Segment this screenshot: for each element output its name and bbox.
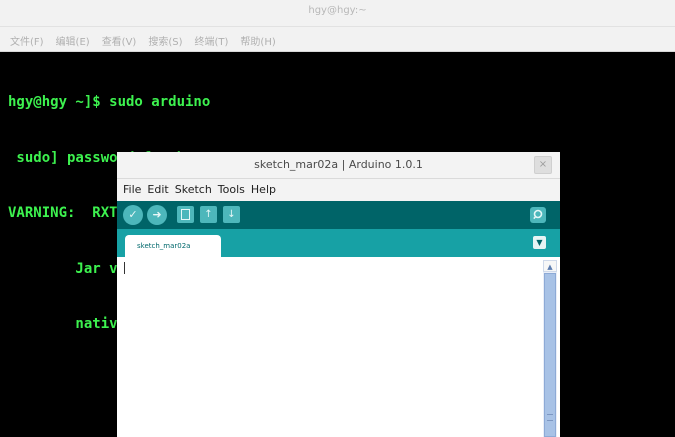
tab-sketch[interactable]: sketch_mar02a xyxy=(125,235,221,257)
terminal-menu-edit[interactable]: 编辑(E) xyxy=(56,33,90,48)
save-arrow-icon: ↓ xyxy=(227,209,236,220)
tab-menu-button[interactable]: ▼ xyxy=(533,236,546,249)
ide-menubar: File Edit Sketch Tools Help xyxy=(117,179,560,201)
save-button[interactable]: ↓ xyxy=(223,206,240,223)
verify-button[interactable]: ✓ xyxy=(123,205,143,225)
close-icon[interactable]: × xyxy=(534,156,552,174)
terminal-menu-help[interactable]: 帮助(H) xyxy=(240,33,275,48)
terminal-menu-search[interactable]: 搜索(S) xyxy=(148,33,182,48)
new-button[interactable] xyxy=(177,206,194,223)
menu-tools[interactable]: Tools xyxy=(218,183,245,196)
menu-sketch[interactable]: Sketch xyxy=(175,183,212,196)
menu-edit[interactable]: Edit xyxy=(147,183,168,196)
checkmark-icon: ✓ xyxy=(128,208,138,221)
terminal-line: hgy@hgy ~]$ sudo arduino xyxy=(8,94,211,110)
terminal-title: hgy@hgy:~ xyxy=(308,5,367,16)
scrollbar-thumb[interactable] xyxy=(544,273,556,437)
open-button[interactable]: ↑ xyxy=(200,206,217,223)
upload-button[interactable]: ➜ xyxy=(147,205,167,225)
serial-monitor-button[interactable] xyxy=(530,207,546,223)
editor-scrollbar[interactable]: ▲ xyxy=(543,260,557,437)
magnifier-icon xyxy=(533,209,543,220)
text-caret xyxy=(124,262,125,274)
new-file-icon xyxy=(181,209,190,220)
arduino-ide-window: sketch_mar02a | Arduino 1.0.1 × File Edi… xyxy=(117,152,560,437)
terminal-titlebar: hgy@hgy:~ xyxy=(0,0,675,27)
ide-titlebar[interactable]: sketch_mar02a | Arduino 1.0.1 × xyxy=(117,152,560,179)
ide-toolbar: ✓ ➜ ↑ ↓ xyxy=(117,201,560,229)
arrow-right-icon: ➜ xyxy=(152,208,162,221)
terminal-menu-terminal[interactable]: 终端(T) xyxy=(195,33,229,48)
open-arrow-icon: ↑ xyxy=(204,209,213,220)
scroll-up-icon[interactable]: ▲ xyxy=(543,260,557,272)
terminal-menubar: 文件(F) 编辑(E) 查看(V) 搜索(S) 终端(T) 帮助(H) xyxy=(0,27,675,52)
terminal-menu-file[interactable]: 文件(F) xyxy=(10,33,44,48)
ide-tabbar: sketch_mar02a ▼ xyxy=(117,229,560,257)
terminal-menu-view[interactable]: 查看(V) xyxy=(102,33,137,48)
menu-help[interactable]: Help xyxy=(251,183,276,196)
menu-file[interactable]: File xyxy=(123,183,141,196)
code-editor[interactable] xyxy=(117,257,543,437)
scrollbar-grip-icon xyxy=(547,414,553,421)
ide-window-title: sketch_mar02a | Arduino 1.0.1 xyxy=(254,158,423,171)
